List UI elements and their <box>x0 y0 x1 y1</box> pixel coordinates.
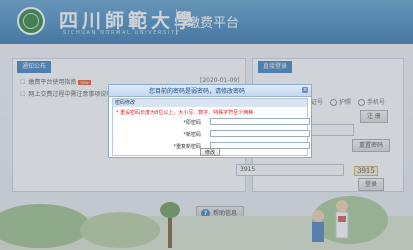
new-password-label: *新密码 <box>183 132 201 138</box>
password-rule-note: * 重设密码长度为8位以上，大小写、数字、特殊字符至少两种 <box>116 110 254 116</box>
new-password-input[interactable] <box>210 130 310 137</box>
confirm-password-input[interactable] <box>210 142 310 149</box>
dialog-title: 您目前的密码是弱密码，请修改密码 <box>149 88 246 95</box>
confirm-password-label: *重复新密码 <box>173 144 201 150</box>
close-icon[interactable]: × <box>302 87 308 93</box>
password-change-dialog: 您目前的密码是弱密码，请修改密码 × 密码修改 * 重设密码长度为8位以上，大小… <box>108 84 312 158</box>
old-password-input[interactable] <box>210 118 310 125</box>
submit-button[interactable]: 修改 <box>200 148 220 156</box>
form-header: 密码修改 <box>113 99 307 107</box>
old-password-label: *原密码 <box>183 120 201 126</box>
dialog-titlebar: 您目前的密码是弱密码，请修改密码 × <box>109 85 311 97</box>
